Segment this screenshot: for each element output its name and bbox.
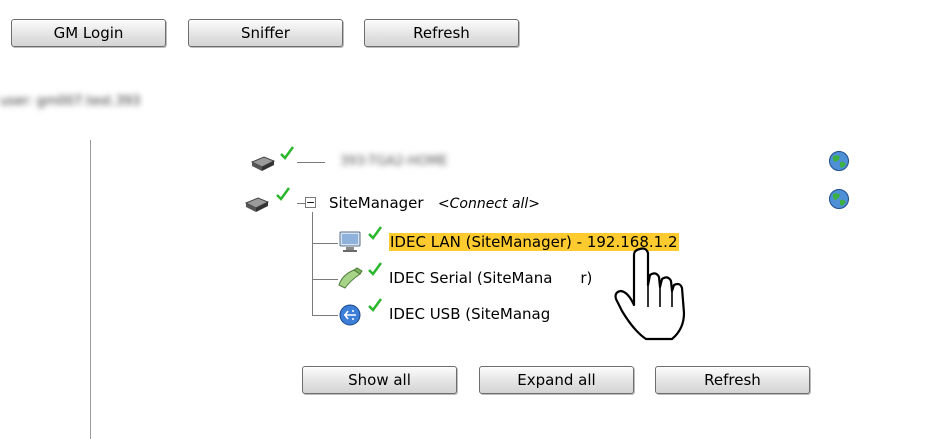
idec-usb-label[interactable]: IDEC USB (SiteManag: [389, 305, 550, 323]
refresh-top-button[interactable]: Refresh: [364, 19, 519, 47]
hand-cursor-icon: [614, 247, 686, 341]
idec-serial-tail: r): [580, 269, 593, 287]
tree-item-idec-usb[interactable]: IDEC USB (SiteManag: [389, 305, 550, 323]
check-icon: [368, 298, 382, 312]
gm-login-button[interactable]: GM Login: [11, 19, 166, 47]
idec-serial-label[interactable]: IDEC Serial (SiteMana: [389, 269, 552, 287]
tree-connector: [312, 315, 338, 316]
sitemanager-label[interactable]: SiteManager <Connect all>: [329, 194, 540, 212]
check-icon: [368, 226, 382, 240]
tree-connector: [312, 243, 338, 244]
tree-connector: [297, 162, 325, 163]
globe-icon[interactable]: [828, 188, 850, 210]
tree-connector: [312, 212, 313, 316]
sitemanager-name[interactable]: SiteManager: [329, 194, 424, 212]
device-label-blurred: 393-TGA2-HOME: [340, 154, 448, 169]
tree-connector: [297, 203, 305, 204]
tree-connector: [312, 279, 338, 280]
check-icon: [368, 262, 382, 276]
check-icon: [276, 187, 290, 201]
show-all-button[interactable]: Show all: [302, 366, 457, 394]
tree-item-idec-serial[interactable]: IDEC Serial (SiteMana r): [389, 269, 592, 287]
refresh-bottom-button[interactable]: Refresh: [655, 366, 810, 394]
panel-divider: [90, 140, 91, 439]
connect-all-link[interactable]: <Connect all>: [438, 196, 540, 212]
collapse-icon[interactable]: −: [305, 197, 316, 208]
sniffer-button[interactable]: Sniffer: [188, 19, 343, 47]
globe-icon[interactable]: [828, 150, 850, 172]
monitor-icon: [339, 231, 361, 252]
expand-all-button[interactable]: Expand all: [479, 366, 634, 394]
usb-icon: [339, 304, 361, 326]
check-icon: [280, 146, 294, 160]
serial-icon: [338, 267, 363, 289]
account-label: user: gm007.test.393: [0, 94, 141, 109]
